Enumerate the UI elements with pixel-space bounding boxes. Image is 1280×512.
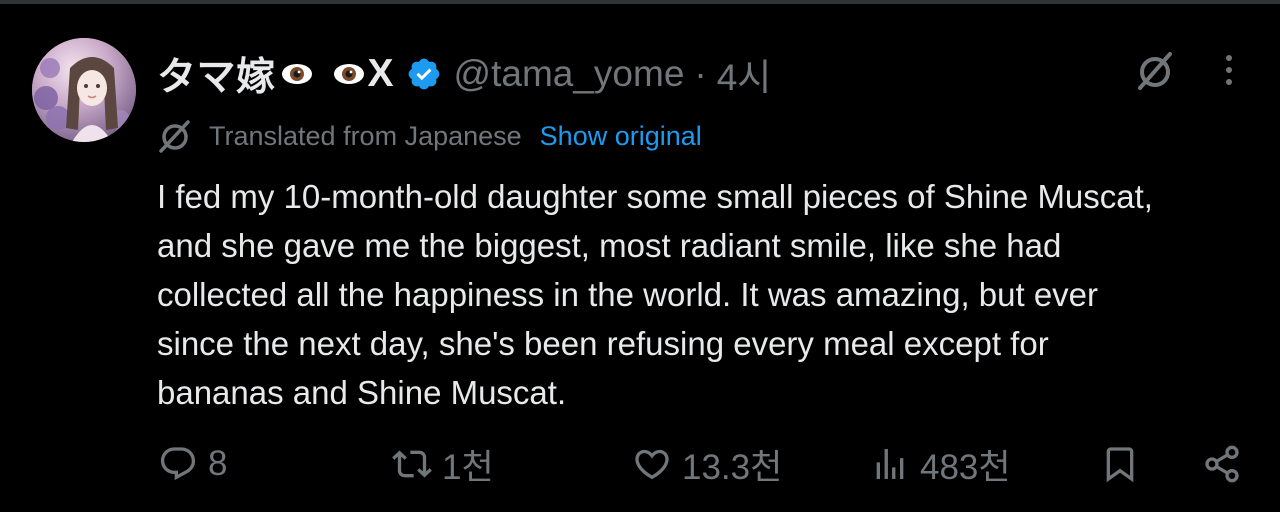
author-display-name-suffix[interactable]: X <box>368 52 394 96</box>
avatar[interactable] <box>32 38 136 142</box>
tweet-text-line: since the next day, she's been refusing … <box>157 325 1049 362</box>
tweet-text-line: I fed my 10-month-old daughter some smal… <box>157 178 1153 215</box>
reply-icon <box>160 447 196 481</box>
author-handle[interactable]: @tama_yome <box>454 53 685 95</box>
reply-button[interactable]: 8 <box>158 436 227 492</box>
share-button[interactable] <box>1202 436 1242 492</box>
tweet-text-line: collected all the happiness in the world… <box>157 276 1099 313</box>
separator-dot: · <box>694 53 707 94</box>
repost-count: 1천 <box>442 447 494 487</box>
grok-icon[interactable] <box>1132 48 1178 94</box>
tweet-header: タマ嫁 X @tama_yome · 4시 <box>157 46 771 102</box>
views-icon <box>876 449 904 479</box>
views-count: 483천 <box>920 447 1011 487</box>
avatar-image <box>32 38 136 142</box>
show-original-link[interactable]: Show original <box>540 121 702 152</box>
translated-label: Translated from Japanese <box>209 120 522 151</box>
author-display-name[interactable]: タマ嫁 <box>157 46 276 102</box>
top-divider <box>0 0 1280 4</box>
tweet-text-line: bananas and Shine Muscat. <box>157 374 567 411</box>
grok-translate-icon <box>159 120 190 153</box>
tweet-text: I fed my 10-month-old daughter some smal… <box>157 172 1247 417</box>
like-button[interactable]: 13.3천 <box>632 436 782 492</box>
eye-emoji-icon <box>333 64 364 84</box>
eye-emoji-icon <box>281 64 312 84</box>
action-bar: 8 1천 13.3천 483천 <box>0 436 1280 492</box>
share-icon <box>1205 445 1239 483</box>
like-icon <box>635 449 669 480</box>
bookmark-button[interactable] <box>1100 436 1140 492</box>
tweet-timestamp[interactable]: 4시 <box>717 47 772 101</box>
more-options-icon[interactable] <box>1214 50 1244 90</box>
bookmark-icon <box>1106 447 1134 483</box>
repost-icon <box>392 450 432 478</box>
tweet-text-line: and she gave me the biggest, most radian… <box>157 227 1062 264</box>
translation-row: Translated from Japanese Show original <box>155 114 702 158</box>
like-count: 13.3천 <box>682 447 783 487</box>
repost-button[interactable]: 1천 <box>392 436 494 492</box>
views-button[interactable]: 483천 <box>870 436 1011 492</box>
reply-count: 8 <box>208 444 228 483</box>
verified-badge-icon[interactable] <box>406 56 442 92</box>
